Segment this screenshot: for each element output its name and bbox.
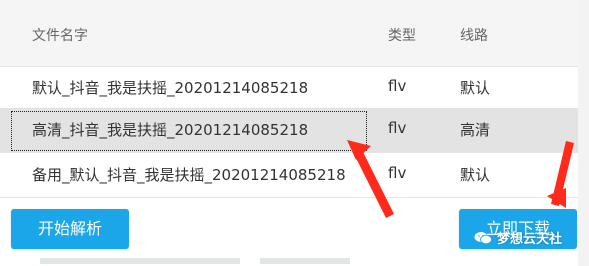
red-arrow-left [347, 140, 394, 218]
watermark-text: 梦想云天社 [497, 231, 563, 247]
red-arrow-right [547, 141, 574, 208]
watermark: 梦想云天社 [474, 226, 562, 248]
wechat-icon [474, 230, 492, 245]
